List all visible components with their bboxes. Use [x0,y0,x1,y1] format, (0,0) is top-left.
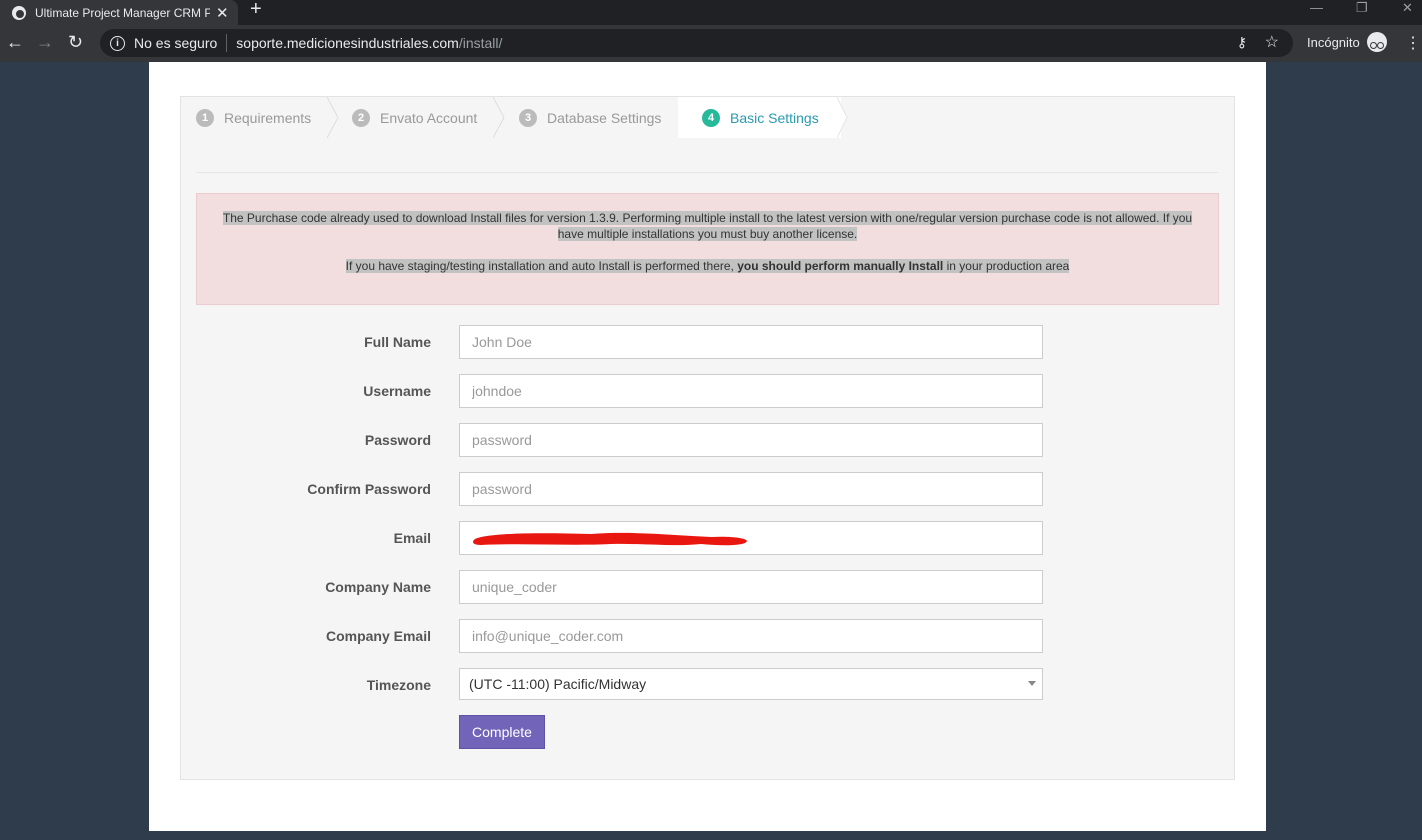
alert-text-2-bold: you should perform manually Install [737,259,944,273]
form-row-password: Password [181,423,1236,457]
form-row-confirm-password: Confirm Password [181,472,1236,506]
username-label: Username [363,383,431,399]
page-container: 1 Requirements 2 Envato Account 3 Databa… [149,62,1266,831]
step-requirements[interactable]: 1 Requirements [196,97,311,138]
alert-line-2: If you have staging/testing installation… [197,258,1218,274]
step-number-badge: 4 [702,108,720,127]
tab-title: Ultimate Project Manager CRM P [35,5,210,20]
company-name-label: Company Name [325,579,431,595]
full-name-label: Full Name [364,334,431,350]
key-icon[interactable]: ⚷ [1237,34,1247,51]
reload-icon[interactable]: ↻ [68,32,83,52]
url-path: /install/ [458,35,503,51]
company-email-input[interactable] [459,619,1043,653]
confirm-password-input[interactable] [459,472,1043,506]
step-envato-account[interactable]: 2 Envato Account [352,97,477,138]
omnibox-divider [226,34,228,52]
step-divider [327,97,339,138]
alert-text-2-suffix: in your production area [943,259,1070,273]
new-tab-icon[interactable]: + [250,0,262,21]
forward-arrow-icon[interactable]: → [36,32,54,52]
password-input[interactable] [459,423,1043,457]
step-divider [493,97,505,138]
form-row-company-email: Company Email [181,619,1236,653]
timezone-value: (UTC -11:00) Pacific/Midway [469,676,647,692]
timezone-label: Timezone [366,677,431,693]
star-icon[interactable]: ☆ [1265,32,1279,52]
incognito-label: Incógnito [1307,35,1360,50]
restore-icon[interactable]: ❐ [1356,0,1368,16]
address-bar[interactable]: i No es seguro soporte.medicionesindustr… [100,29,1293,57]
incognito-icon[interactable] [1367,32,1387,52]
step-database-settings[interactable]: 3 Database Settings [519,97,661,138]
window-close-icon[interactable]: ✕ [1402,0,1413,16]
email-label: Email [393,530,431,546]
alert-line-1: The Purchase code already used to downlo… [197,210,1218,242]
browser-toolbar: ← → ↻ i No es seguro soporte.medicionesi… [0,25,1422,62]
active-step-arrow [837,97,848,138]
url-host: soporte.medicionesindustriales.com [236,35,459,51]
confirm-password-label: Confirm Password [307,481,431,497]
step-number-badge: 2 [352,108,370,127]
step-basic-settings[interactable]: 4 Basic Settings [678,97,841,138]
password-label: Password [364,432,431,448]
step-label: Basic Settings [730,109,819,126]
timezone-select[interactable]: (UTC -11:00) Pacific/Midway [459,668,1043,700]
caret-down-icon [1028,681,1036,686]
step-label: Requirements [224,109,312,126]
info-icon[interactable]: i [110,35,125,51]
step-number-badge: 3 [519,108,537,127]
alert-text-2-prefix: If you have staging/testing installation… [345,259,738,273]
username-input[interactable] [459,374,1043,408]
full-name-input[interactable] [459,325,1043,359]
wizard-steps: 1 Requirements 2 Envato Account 3 Databa… [181,97,881,138]
step-label: Envato Account [380,109,478,126]
back-arrow-icon[interactable]: ← [6,32,24,52]
form-row-full-name: Full Name [181,325,1236,359]
browser-tab[interactable]: Ultimate Project Manager CRM P ✕ [0,0,238,25]
browser-tabbar: Ultimate Project Manager CRM P ✕ + — ❐ ✕ [0,0,1422,25]
form-row-email: Email [181,521,1236,555]
step-label: Database Settings [547,109,662,126]
steps-divider-line [196,172,1218,173]
alert-text-1: The Purchase code already used to downlo… [222,211,1193,241]
globe-icon [12,5,26,20]
complete-button[interactable]: Complete [459,715,545,749]
form-row-username: Username [181,374,1236,408]
company-email-label: Company Email [325,628,431,644]
install-panel: 1 Requirements 2 Envato Account 3 Databa… [180,96,1235,780]
minimize-icon[interactable]: — [1310,0,1323,15]
close-icon[interactable]: ✕ [216,4,229,22]
form-row-company-name: Company Name [181,570,1236,604]
purchase-code-alert: The Purchase code already used to downlo… [196,193,1219,305]
kebab-menu-icon[interactable]: ⋮ [1405,33,1421,53]
company-name-input[interactable] [459,570,1043,604]
form-row-timezone: Timezone (UTC -11:00) Pacific/Midway [181,668,1236,702]
step-number-badge: 1 [196,108,214,127]
email-redaction-mark [473,532,747,546]
security-label: No es seguro [134,35,218,51]
